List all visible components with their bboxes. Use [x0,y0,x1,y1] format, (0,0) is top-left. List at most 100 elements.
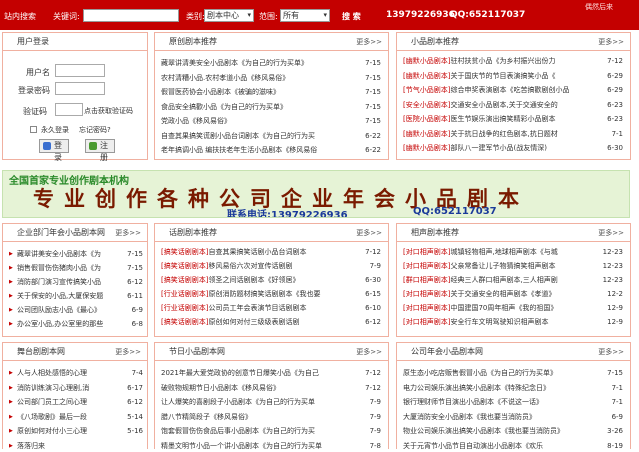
list-item-title[interactable]: [幽默小品剧本]关于抗日战争的红色剧本,抗日题材 [403,128,623,140]
list-item[interactable]: ▶ 原创如何对付小三心理 5-16 [9,425,143,437]
list-item-title[interactable]: [行业话剧剧本]公司员工年会表演节目话剧剧本 [161,302,381,314]
list-item-title[interactable]: 原生态小吃店贩售假冒小品《为自己的行为买单》 [403,367,623,379]
list-item-title[interactable]: 公司部门员工之间心理 [9,396,143,408]
list-item[interactable]: ▶ 公司部门员工之间心理 6-12 [9,396,143,408]
list-item-title[interactable]: 大厦消防安全小品剧本《我也要当消防员》 [403,411,623,423]
list-item[interactable]: [安全小品剧本]交通安全小品剧本,关于交通安全的 6-23 [403,99,623,111]
advertisement-banner[interactable]: 全国首家专业创作剧本机构 专业创作各种公司企业年会小品剧本 联系电话:13979… [2,170,630,218]
list-item[interactable]: ▶ 藏翠讲美安全小品剧本《为 7-15 [9,248,143,260]
list-item-title[interactable]: 老年搞调小品 编扶扶老年生活小品剧本《移风易俗 [161,144,381,156]
list-item-title[interactable]: [幽默小品剧本]驻村扶贫小品《为乡村振兴出份力 [403,55,623,67]
list-item-title[interactable]: [对口相声剧本]中国建国70周年相声《我的祖国》 [403,302,623,314]
list-item[interactable]: 食品安全搞歡小品《为自己的行为买单》 7-15 [161,101,381,113]
list-item-title[interactable]: 自查其果搞笑谎剧小品台词剧本《为自己的行为买 [161,130,381,142]
list-item-title[interactable]: 人与人相处感悟的心理 [9,367,143,379]
list-item-title[interactable]: [搞笑话剧剧本]领圣之间话剧剧本《好领居》 [161,274,381,286]
login-button[interactable]: 登录 [39,139,69,162]
list-item-title[interactable]: [搞笑话剧剧本]自查其果搞笑话剧小品台词剧本 [161,246,381,258]
category-select[interactable]: 剧本中心 [204,9,254,22]
list-item[interactable]: [对口相声剧本]父亲常备让儿子物猜搞笑相声剧本 12-23 [403,260,623,272]
list-item-title[interactable]: 物业公司娱乐演出搞笑小品剧本《我也要当消防员》 [403,425,623,437]
list-item-title[interactable]: [对口相声剧本]父亲常备让儿子物猜搞笑相声剧本 [403,260,623,272]
list-item-title[interactable]: 让人爆笑的喜剧段子小品剧本《为自己的行为买单 [161,396,381,408]
register-button[interactable]: 注册 [85,139,115,162]
list-item[interactable]: 关于元宵节小品节目自动演出小品剧本《欢乐 8-19 [403,440,623,452]
list-item[interactable]: 农村清糟小品.农村孝道小品《移风易俗》 7-15 [161,72,381,84]
more-link[interactable]: 更多>> [356,224,382,242]
list-item-title[interactable]: 假冒医药协会小品剧本《被骗的滋味》 [161,86,381,98]
list-item-title[interactable]: 破败物规期节日小品剧本《移风易俗》 [161,382,381,394]
list-item-title[interactable]: 销售假冒伤伤猪肉小品《为 [9,262,143,274]
list-item-title[interactable]: 农村清糟小品.农村孝道小品《移风易俗》 [161,72,381,84]
list-item[interactable]: [群口相声剧本]经典三人群口相声剧本,三人相声剧 12-23 [403,274,623,286]
list-item-title[interactable]: 消防训练演习心理剧,消 [9,382,143,394]
list-item[interactable]: 电力公司娱乐演出搞笑小品剧本《特殊纪念日》 7-1 [403,382,623,394]
list-item[interactable]: 腊八节精简段子《移风易俗》 7-9 [161,411,381,423]
list-item[interactable]: ▶ 销售假冒伤伤猪肉小品《为 7-15 [9,262,143,274]
list-item-title[interactable]: [搞笑话剧剧本]原创如何对付三级级表剧话剧 [161,316,381,328]
list-item-title[interactable]: 藏翠讲清美安全小品剧本《为自己的行为买单》 [161,57,381,69]
list-item-title[interactable]: 藏翠讲美安全小品剧本《为 [9,248,143,260]
list-item-title[interactable]: 精墨文明节小品一个讲小品剧本《为自己的行为买单 [161,440,381,452]
list-item[interactable]: [搞笑话剧剧本]原创如何对付三级级表剧话剧 6-12 [161,316,381,328]
list-item-title[interactable]: 落落归来 [9,440,143,452]
list-item-title[interactable]: [医院小品剧本]医生节娱乐演出搞笑精彩小品剧本 [403,113,623,125]
list-item-title[interactable]: 办公室小品,办公室里的那些 [9,318,143,330]
list-item[interactable]: [对口相声剧本]安全行车文明驾驶知识相声剧本 12-9 [403,316,623,328]
keyword-input[interactable] [83,9,179,22]
remember-checkbox[interactable] [30,126,37,133]
list-item[interactable]: 破败物规期节日小品剧本《移风易俗》 7-12 [161,382,381,394]
list-item[interactable]: [幽默小品剧本]关于国庆节的节目表演搞笑小品《 6-29 [403,70,623,82]
list-item[interactable]: 老年搞调小品 编扶扶老年生活小品剧本《移风易俗 6-22 [161,144,381,156]
search-button[interactable]: 搜 索 [342,11,361,22]
list-item[interactable]: [搞笑话剧剧本]自查其果搞笑话剧小品台词剧本 7-12 [161,246,381,258]
list-item[interactable]: ▶ 《八场歌剧》最后一段 5-14 [9,411,143,423]
list-item[interactable]: [节气小品剧本]综合申奖表演剧本《吃苦搞歡剧创小品 6-29 [403,84,623,96]
list-item[interactable]: 党政小品《移风易俗》 7-15 [161,115,381,127]
more-link[interactable]: 更多>> [356,343,382,361]
list-item-title[interactable]: [对口相声剧本]安全行车文明驾驶知识相声剧本 [403,316,623,328]
list-item[interactable]: [对口相声剧本]关于交通安全的相声剧本《孝道》 12-2 [403,288,623,300]
list-item[interactable]: [幽默小品剧本]部队八一建军节小品(战友情深) 6-30 [403,142,623,154]
list-item-title[interactable]: 原创如何对付小三心理 [9,425,143,437]
list-item[interactable]: ▶ 人与人相处感悟的心理 7-4 [9,367,143,379]
list-item-title[interactable]: 银行理财师节目演出小品剧本《不说这一话》 [403,396,623,408]
list-item-title[interactable]: 电力公司娱乐演出搞笑小品剧本《特殊纪念日》 [403,382,623,394]
list-item[interactable]: [行业话剧剧本]公司员工年会表演节目话剧剧本 6-10 [161,302,381,314]
list-item[interactable]: 物业公司娱乐演出搞笑小品剧本《我也要当消防员》 3-26 [403,425,623,437]
list-item[interactable]: 自查其果搞笑谎剧小品台词剧本《为自己的行为买 6-22 [161,130,381,142]
list-item[interactable]: 原生态小吃店贩售假冒小品《为自己的行为买单》 7-15 [403,367,623,379]
list-item[interactable]: [对口相声剧本]中国建国70周年相声《我的祖国》 12-9 [403,302,623,314]
password-input[interactable] [55,82,105,95]
list-item-title[interactable]: 腊八节精简段子《移风易俗》 [161,411,381,423]
username-input[interactable] [55,64,105,77]
list-item[interactable]: [搞笑话剧剧本]领圣之间话剧剧本《好领居》 6-30 [161,274,381,286]
list-item-title[interactable]: 关于保安的小品,大厦保安题 [9,290,143,302]
scope-select[interactable]: 所有 [280,9,330,22]
list-item[interactable]: ▶ 落落归来 [9,440,143,452]
list-item-title[interactable]: [搞笑话剧剧本]移风易俗六次对宣传话剧剧 [161,260,381,272]
list-item-title[interactable]: 公司团队励志小品《最心》 [9,304,143,316]
list-item[interactable]: ▶ 消防训练演习心理剧,消 6-17 [9,382,143,394]
get-captcha-link[interactable]: 点击获取验证码 [84,106,133,116]
list-item-title[interactable]: 《八场歌剧》最后一段 [9,411,143,423]
list-item-title[interactable]: [群口相声剧本]经典三人群口相声剧本,三人相声剧 [403,274,623,286]
list-item[interactable]: [行业话剧剧本]原创消防题材搞笑话剧剧本《我也要 6-15 [161,288,381,300]
list-item[interactable]: 大厦消防安全小品剧本《我也要当消防员》 6-9 [403,411,623,423]
list-item[interactable]: [幽默小品剧本]驻村扶贫小品《为乡村振兴出份力 7-12 [403,55,623,67]
captcha-input[interactable] [55,103,83,116]
more-link[interactable]: 更多>> [598,224,624,242]
list-item[interactable]: 银行理财师节目演出小品剧本《不说这一话》 7-1 [403,396,623,408]
list-item[interactable]: ▶ 关于保安的小品,大厦保安题 6-11 [9,290,143,302]
list-item[interactable]: [搞笑话剧剧本]移风易俗六次对宣传话剧剧 7-9 [161,260,381,272]
more-link[interactable]: 更多>> [598,343,624,361]
list-item-title[interactable]: [对口相声剧本]城镇轻物相声,地球相声剧本《与城 [403,246,623,258]
list-item-title[interactable]: [幽默小品剧本]关于国庆节的节目表演搞笑小品《 [403,70,623,82]
list-item-title[interactable]: [对口相声剧本]关于交通安全的相声剧本《孝道》 [403,288,623,300]
list-item-title[interactable]: [节气小品剧本]综合申奖表演剧本《吃苦搞歡剧创小品 [403,84,623,96]
list-item[interactable]: [医院小品剧本]医生节娱乐演出搞笑精彩小品剧本 6-23 [403,113,623,125]
list-item[interactable]: ▶ 办公室小品,办公室里的那些 6-8 [9,318,143,330]
list-item-title[interactable]: 食品安全搞歡小品《为自己的行为买单》 [161,101,381,113]
list-item-title[interactable]: 党政小品《移风易俗》 [161,115,381,127]
list-item-title[interactable]: [行业话剧剧本]原创消防题材搞笑话剧剧本《我也要 [161,288,381,300]
